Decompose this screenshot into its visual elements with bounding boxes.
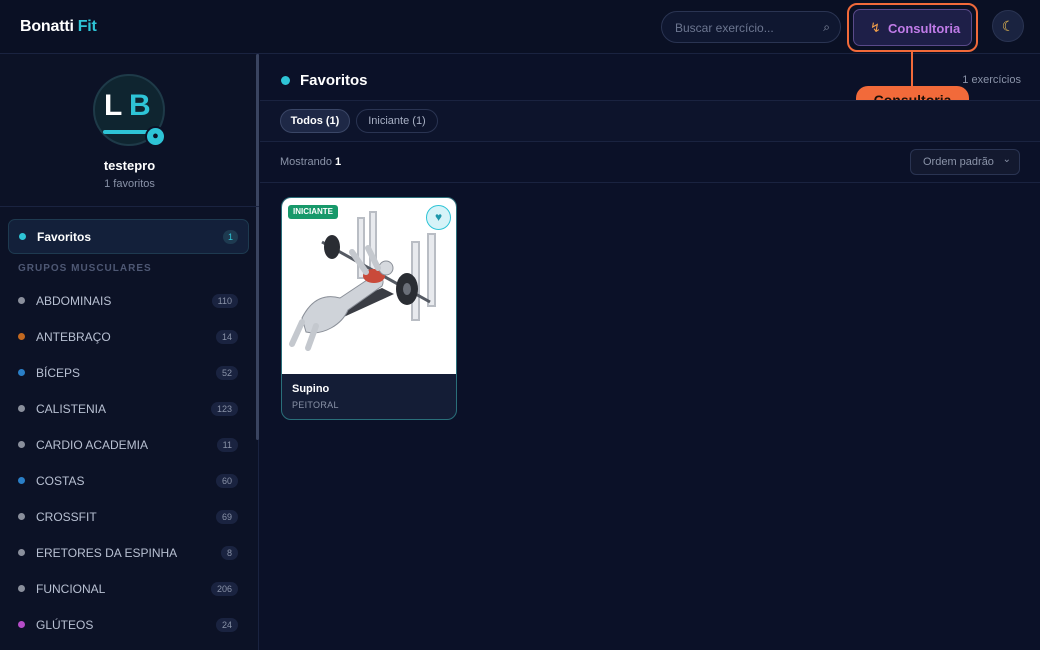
filter-chip-todos[interactable]: Todos (1) [280,109,350,133]
exercise-name: Supino [292,383,330,395]
group-dot-icon [18,585,25,592]
sidebar-item-cardio-academia[interactable]: CARDIO ACADEMIA 11 [0,426,256,462]
search-input[interactable]: Buscar exercício... ⌕ [661,11,841,43]
sort-bar: Mostrando 1 Ordem padrão ⌄ [260,142,1040,183]
consult-button[interactable]: ↯ Consultoria [853,9,972,46]
group-dot-icon [18,621,25,628]
group-dot-icon [18,405,25,412]
brand-name: Bonatti [20,18,74,35]
page-title: Favoritos [300,72,368,89]
sidebar-item-count: 24 [215,618,238,632]
showing-label: Mostrando [280,156,332,168]
avatar-underline [103,130,149,134]
sidebar-item-count: 14 [215,330,238,344]
favorites-dot-icon [19,233,26,240]
sidebar-item-eretores-da-espinha[interactable]: ERETORES DA ESPINHA 8 [0,534,256,570]
sidebar-item-gluteos[interactable]: GLÚTEOS 24 [0,606,256,642]
sidebar-item-count: 60 [215,474,238,488]
level-badge: INICIANTE [288,205,338,219]
showing-count: 1 [335,156,342,168]
sidebar-item-label: ANTEBRAÇO [36,330,111,344]
group-dot-icon [18,369,25,376]
sidebar-item-label: BÍCEPS [36,366,81,380]
sidebar-item-count: 206 [210,582,238,596]
avatar-initial-l: L [104,89,123,122]
sidebar-item-crossfit[interactable]: CROSSFIT 69 [0,498,256,534]
group-header: GRUPOS MUSCULARES [18,263,152,274]
brand-accent: Fit [77,18,97,35]
sidebar-item-costas[interactable]: COSTAS 60 [0,462,256,498]
sidebar: L B ● testepro 1 favoritos Favoritos 1 G… [0,54,259,650]
search-icon[interactable]: ⌕ [823,20,830,35]
group-dot-icon [18,333,25,340]
filter-chip-iniciante[interactable]: Iniciante (1) [356,109,438,133]
sidebar-item-funcional[interactable]: FUNCIONAL 206 [0,570,256,606]
sidebar-item-count: 110 [211,294,238,308]
sidebar-item-abdominais[interactable]: ABDOMINAIS 110 [0,282,256,318]
exercise-card[interactable]: INICIANTE ♥ Supino PEITORAL [281,197,457,420]
group-dot-icon [18,549,25,556]
exercise-group: PEITORAL [292,400,339,410]
sort-select[interactable]: Ordem padrão ⌄ [910,149,1020,175]
sidebar-item-label: FUNCIONAL [36,582,106,596]
sidebar-item-favoritos[interactable]: Favoritos 1 [8,219,249,254]
exercise-count: 1 exercícios [962,74,1021,86]
theme-toggle-button[interactable]: ☾ [992,10,1024,42]
consult-button-label: Consultoria [888,21,961,36]
sidebar-item-label: COSTAS [36,474,85,488]
search-placeholder: Buscar exercício... [675,21,774,35]
sidebar-item-label: CARDIO ACADEMIA [36,438,149,452]
username: testepro [103,158,156,173]
sidebar-divider [0,206,259,207]
edit-avatar-icon[interactable]: ● [145,126,166,147]
sidebar-item-label: ERETORES DA ESPINHA [36,546,178,560]
sidebar-item-antebraco[interactable]: ANTEBRAÇO 14 [0,318,256,354]
sidebar-item-biceps[interactable]: BÍCEPS 52 [0,354,256,390]
showing-text: Mostrando 1 [280,156,341,168]
sidebar-item-label: CALISTENIA [36,402,107,416]
filter-bar: Todos (1) Iniciante (1) [260,101,1040,142]
moon-icon: ☾ [1001,18,1015,34]
sidebar-item-count: 1 [222,230,238,244]
group-dot-icon [18,513,25,520]
title-dot-icon [281,76,290,85]
group-dot-icon [18,477,25,484]
sidebar-item-count: 69 [215,510,238,524]
avatar-initial-b: B [129,89,151,122]
main-content: Favoritos 1 exercícios Todos (1) Inician… [260,54,1040,650]
group-dot-icon [18,441,25,448]
sidebar-item-count: 52 [215,366,238,380]
sidebar-item-label: Favoritos [37,230,92,244]
chevron-down-icon: ⌄ [1002,154,1011,165]
sidebar-item-count: 8 [220,546,238,560]
sidebar-item-label: GLÚTEOS [36,618,94,632]
favorites-count: 1 favoritos [104,178,155,190]
sidebar-item-count: 123 [210,402,238,416]
group-dot-icon [18,297,25,304]
sidebar-item-label: ABDOMINAIS [36,294,112,308]
sidebar-item-label: CROSSFIT [36,510,97,524]
sidebar-scrollbar[interactable] [256,54,259,440]
sidebar-item-count: 11 [216,438,238,452]
heart-icon[interactable]: ♥ [426,205,451,230]
bolt-icon: ↯ [870,20,881,35]
exercise-image: INICIANTE ♥ [282,198,456,374]
main-header: Favoritos 1 exercícios [260,54,1040,101]
sort-select-value: Ordem padrão [923,156,994,168]
sidebar-item-calistenia[interactable]: CALISTENIA 123 [0,390,256,426]
top-bar: Bonatti Fit Buscar exercício... ⌕ ↯ Consu… [0,0,1040,54]
brand-logo[interactable]: Bonatti Fit [20,18,97,36]
